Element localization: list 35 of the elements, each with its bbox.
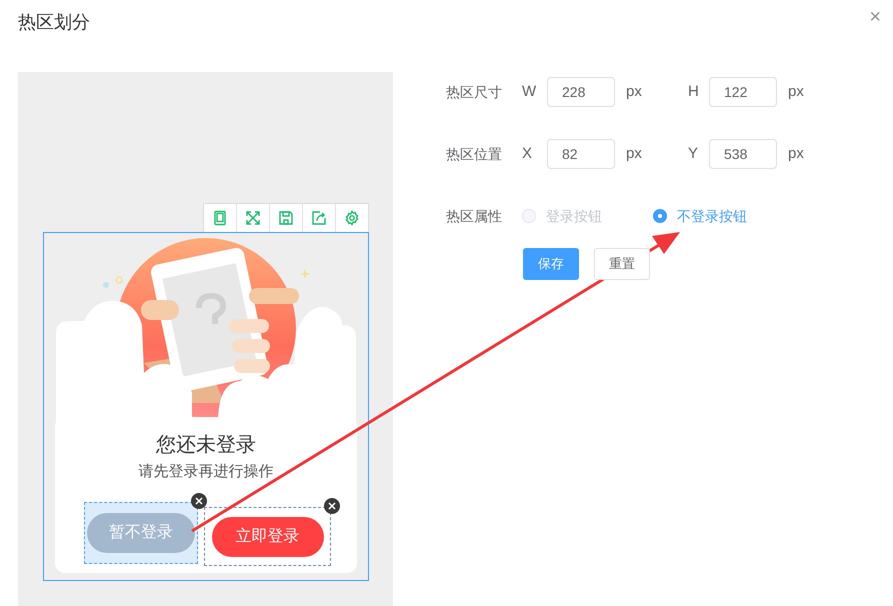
unit-label: px	[788, 144, 804, 164]
radio-option[interactable]: 不登录按钮	[653, 206, 747, 226]
expand-icon	[245, 210, 261, 226]
hotspot-area[interactable]: 暂不登录	[84, 502, 198, 564]
input-field[interactable]: 122	[709, 77, 777, 107]
login-choice-button[interactable]: 暂不登录	[87, 513, 195, 553]
field-label: 热区属性	[446, 206, 503, 226]
radio-icon	[522, 209, 536, 223]
axis-label: H	[688, 82, 700, 102]
unit-label: px	[788, 82, 804, 102]
settings-icon	[344, 210, 360, 226]
form-button[interactable]: 重置	[594, 248, 650, 280]
close-icon[interactable]	[191, 493, 207, 509]
axis-label: Y	[688, 144, 700, 164]
dialog-title: 热区划分	[18, 11, 90, 34]
form-button[interactable]: 保存	[523, 248, 579, 280]
share-icon	[311, 210, 327, 226]
close-icon[interactable]	[324, 498, 340, 514]
input-field[interactable]: 538	[709, 139, 777, 169]
input-field[interactable]: 228	[547, 77, 615, 107]
login-hint: 请先登录再进行操作	[138, 462, 274, 482]
login-heading: 您还未登录	[156, 433, 256, 457]
axis-label: W	[522, 82, 538, 102]
hotspot-area[interactable]: 立即登录	[204, 507, 331, 566]
unit-label: px	[626, 144, 643, 164]
radio-icon	[653, 209, 667, 223]
save-icon	[278, 210, 294, 226]
input-field[interactable]: 82	[547, 139, 615, 169]
field-label: 热区尺寸	[446, 82, 503, 102]
unit-label: px	[626, 82, 643, 102]
login-choice-button[interactable]: 立即登录	[212, 516, 324, 556]
close-button[interactable]: ×	[869, 7, 881, 27]
axis-label: X	[522, 144, 534, 164]
tablet-icon	[212, 210, 228, 226]
field-label: 热区位置	[446, 144, 503, 164]
